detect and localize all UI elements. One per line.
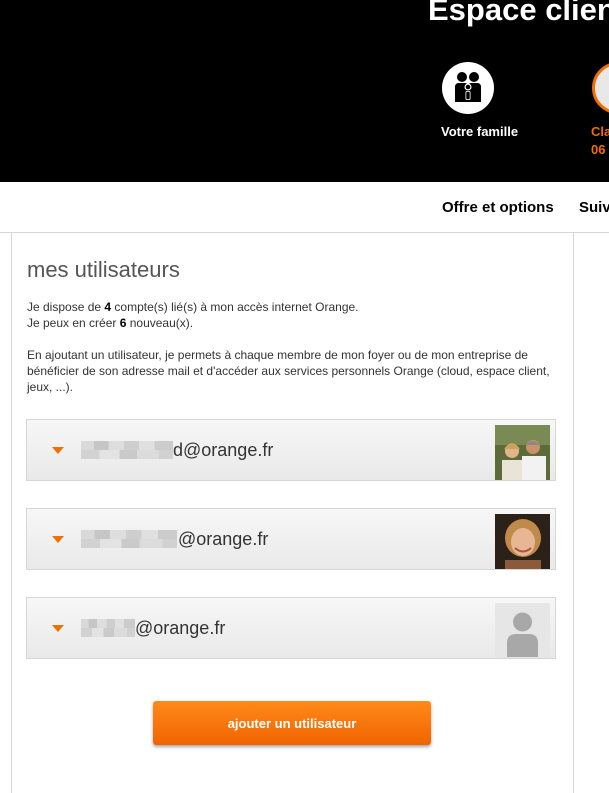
nav-suivi[interactable]: Suivi (579, 199, 609, 216)
header: Espace client Votre famille Claire 06 ..… (0, 0, 609, 182)
family-label[interactable]: Votre famille (441, 124, 518, 139)
intro-line-2: Je peux en créer 6 nouveau(x). (27, 316, 194, 330)
blurred-username (81, 619, 135, 637)
contact-name[interactable]: Claire (591, 124, 609, 139)
intro-paragraph: En ajoutant un utilisateur, je permets à… (27, 348, 550, 394)
expand-caret-icon[interactable] (52, 447, 64, 454)
blurred-username (81, 530, 177, 548)
add-user-button[interactable]: ajouter un utilisateur (153, 701, 431, 745)
users-panel: mes utilisateurs Je dispose de 4 compte(… (11, 233, 574, 793)
main-nav: Offre et options Suivi (0, 182, 609, 233)
page-title: Espace client (428, 0, 609, 27)
default-avatar-icon (495, 603, 550, 658)
family-icon[interactable] (442, 62, 494, 114)
couple-photo (495, 425, 550, 480)
section-title: mes utilisateurs (27, 257, 180, 282)
avatar[interactable] (592, 62, 609, 114)
blurred-username (81, 441, 173, 459)
user-email: d@orange.fr (173, 440, 274, 460)
expand-caret-icon[interactable] (52, 625, 64, 632)
user-row[interactable]: d@orange.fr (26, 419, 556, 481)
intro-line-1: Je dispose de 4 compte(s) lié(s) à mon a… (27, 300, 359, 314)
intro-text: Je dispose de 4 compte(s) lié(s) à mon a… (27, 299, 555, 395)
contact-phone: 06 ... (591, 142, 609, 157)
nav-offre-et-options[interactable]: Offre et options (442, 199, 554, 216)
user-row[interactable]: @orange.fr (26, 508, 556, 570)
user-row[interactable]: @orange.fr (26, 597, 556, 659)
user-email: @orange.fr (178, 529, 269, 549)
woman-photo (495, 514, 550, 569)
user-email: @orange.fr (135, 618, 226, 638)
expand-caret-icon[interactable] (52, 536, 64, 543)
